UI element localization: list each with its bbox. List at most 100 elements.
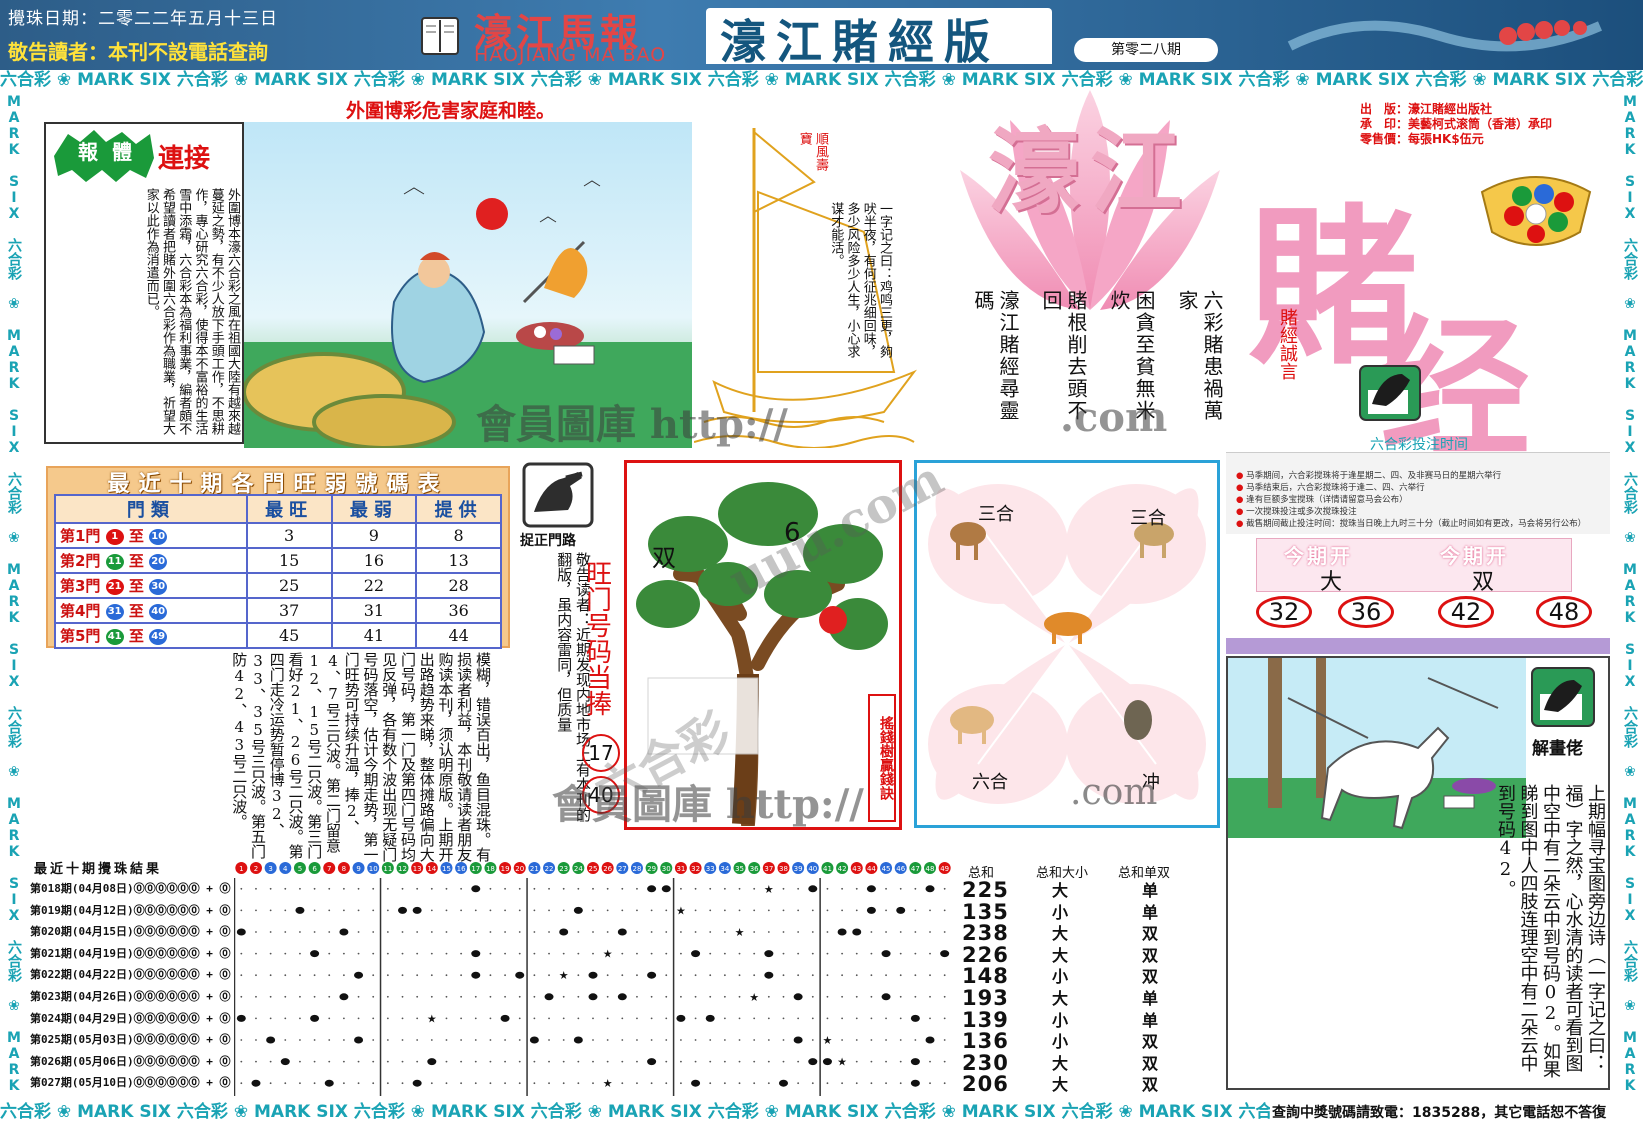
grid-dot xyxy=(357,931,360,933)
grid-dot xyxy=(636,974,638,977)
grid-dot xyxy=(240,1039,243,1041)
border-top: 六合彩 ❀ MARK SIX 六合彩 ❀ MARK SIX 六合彩 ❀ MARK… xyxy=(0,70,1643,90)
grid-dot xyxy=(562,1017,565,1020)
grid-dot xyxy=(474,1082,477,1085)
grid-dot xyxy=(899,887,902,890)
grid-dot xyxy=(357,909,360,912)
grid-dot xyxy=(504,931,506,933)
number-header-label: 16 xyxy=(457,865,466,873)
grid-dot xyxy=(284,931,287,933)
gate-cell: 第1門 1 至 10 xyxy=(54,522,248,549)
grid-dot xyxy=(782,952,785,955)
grid-dot xyxy=(313,887,316,890)
drawn-number-mark xyxy=(647,971,657,979)
grid-dot xyxy=(269,974,272,977)
grid-dot xyxy=(767,909,770,912)
grid-dot xyxy=(430,1082,433,1085)
grid-dot xyxy=(533,995,536,998)
number-header-label: 43 xyxy=(852,865,861,873)
grid-dot xyxy=(680,887,682,890)
grid-dot xyxy=(811,931,814,933)
grid-dot xyxy=(885,887,887,890)
grid-dot xyxy=(841,1017,844,1020)
grid-dot xyxy=(826,952,829,955)
results-row-label: 第024期(04月29日)⓪⓪⓪⓪⓪⓪ + ⓪ xyxy=(30,1008,236,1030)
issue-codes: ⓪⓪⓪⓪⓪⓪ + ⓪ xyxy=(133,1011,231,1025)
grid-dot xyxy=(299,887,301,890)
grid-dot xyxy=(929,995,931,998)
gate-row: 第5門 41 至 49 45 41 44 xyxy=(54,622,502,649)
range-start-ball: 11 xyxy=(105,553,124,570)
grid-dot xyxy=(401,1060,404,1063)
number-header-label: 18 xyxy=(486,865,495,873)
poem-column: 濠江賭經尋靈碼 xyxy=(971,290,1020,422)
grid-dot xyxy=(518,931,521,933)
grid-dot xyxy=(445,931,448,933)
special-number-star: ★ xyxy=(676,904,686,917)
grid-dot xyxy=(621,1082,624,1085)
grid-dot xyxy=(709,1082,712,1085)
article-body: 外圍博本濠六合彩之風在祖國大陸有越來越蔓延之勢，有不少人放下手頭工作，不思耕作，… xyxy=(143,188,240,435)
results-header-sum: 总和 xyxy=(968,866,995,881)
results-odd-even: 双 xyxy=(1142,967,1159,987)
grid-dot xyxy=(811,1039,814,1041)
tree-label-left: 双 xyxy=(652,544,676,572)
grid-dot xyxy=(474,931,477,933)
grid-dot xyxy=(592,1039,594,1041)
grid-dot xyxy=(899,952,902,955)
weak-cell: 22 xyxy=(330,572,418,599)
grid-dot xyxy=(753,909,756,912)
drawn-number-mark xyxy=(280,1058,290,1066)
grid-dot xyxy=(841,909,844,912)
range-end-ball: 20 xyxy=(149,553,168,570)
results-sum: 206 xyxy=(962,1074,1009,1096)
grid-dot xyxy=(680,1039,682,1041)
bullet-icon: ● xyxy=(1236,519,1247,529)
border-bottom: 六合彩 ❀ MARK SIX 六合彩 ❀ MARK SIX 六合彩 ❀ MARK… xyxy=(0,1102,1270,1122)
grid-dot xyxy=(592,909,594,912)
grid-dot xyxy=(841,887,844,890)
gate-name: 第1門 xyxy=(60,527,101,545)
grid-dot xyxy=(665,1039,668,1041)
boat-riddle-text: 一字记之曰：鸡鸣三更，夠吠半夜，有何征兆细回味，多少风险多少人生，小心求谋才能活… xyxy=(828,202,892,358)
grid-dot xyxy=(357,887,360,890)
grid-dot xyxy=(621,909,624,912)
grid-dot xyxy=(504,1082,506,1085)
grid-dot xyxy=(826,974,829,977)
col-header-provide: 提供 xyxy=(415,494,502,524)
number-header-label: 24 xyxy=(574,865,583,873)
grid-dot xyxy=(636,952,638,955)
schedule-text: ● 马季期间，六合彩搅珠将于逢星期二、四、及非赛马日的星期六举行 ● 马季结束后，… xyxy=(1236,470,1606,530)
grid-dot xyxy=(533,931,536,933)
grid-dot xyxy=(416,1039,419,1041)
grid-dot xyxy=(533,909,536,912)
issue-codes: ⓪⓪⓪⓪⓪⓪ + ⓪ xyxy=(133,989,231,1003)
issue-no: 第018期 xyxy=(30,882,72,895)
issue-no: 第026期 xyxy=(30,1054,72,1068)
results-big-small-column: 大小大大小大小小大大 xyxy=(1052,880,1102,1096)
grid-dot xyxy=(328,1060,331,1063)
drawn-number-mark xyxy=(925,885,935,893)
range-start-ball: 21 xyxy=(105,578,124,595)
pick-header-1: 今期开 xyxy=(1284,544,1353,568)
grid-dot xyxy=(357,1017,360,1020)
grid-dot xyxy=(811,952,814,955)
zodiac-watermark: .com xyxy=(1070,772,1158,813)
grid-dot xyxy=(474,909,477,912)
grid-dot xyxy=(650,1082,653,1085)
number-header-label: 19 xyxy=(501,865,510,873)
grid-dot xyxy=(255,974,257,977)
grid-dot xyxy=(548,887,550,890)
number-header-label: 6 xyxy=(312,865,317,873)
gate-row: 第1門 1 至 10 3 9 8 xyxy=(54,522,502,549)
grid-dot xyxy=(240,909,243,912)
grid-dot xyxy=(943,974,946,977)
grid-dot xyxy=(606,1039,609,1041)
schedule-line-text: 截售期间截止投注时间：搅珠当日晚上九时三十分（截止时间如有更改，马会将另行公布） xyxy=(1246,519,1587,529)
slogan: 外圍博彩危害家庭和睦。 xyxy=(346,100,556,122)
weak-cell: 16 xyxy=(330,547,418,574)
grid-dot xyxy=(723,1039,726,1041)
grid-dot xyxy=(929,1060,931,1063)
drawn-number-mark xyxy=(412,906,422,914)
grid-dot xyxy=(885,1039,887,1041)
